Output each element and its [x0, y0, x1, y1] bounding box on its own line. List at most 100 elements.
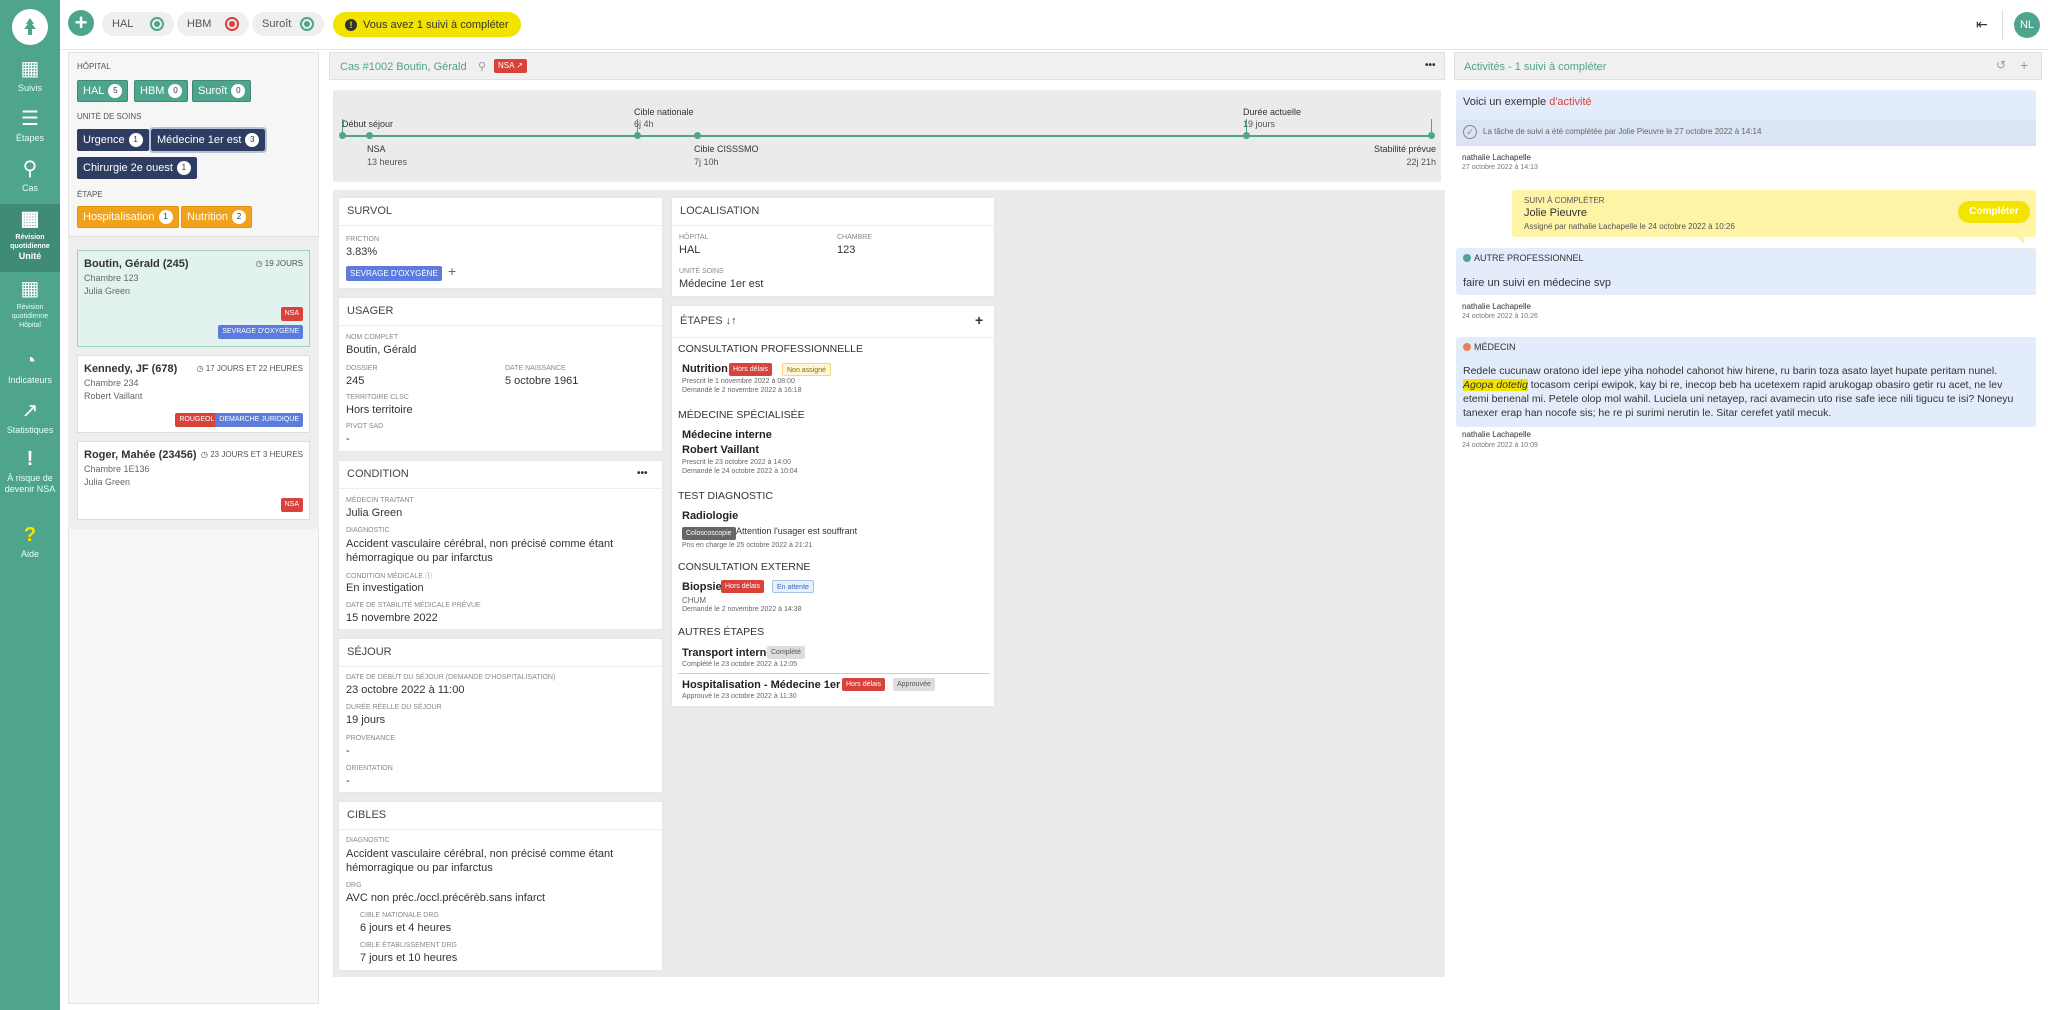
tag-demarche-juridique[interactable]: DEMARCHE JURIDIQUE — [215, 413, 303, 427]
sidebar-item-statistiques[interactable]: ↗ Statistiques — [0, 400, 60, 440]
sidebar-item-label: Statistiques — [6, 425, 54, 435]
filter-urgence[interactable]: Urgence 1 — [77, 129, 149, 151]
field-label: NOM COMPLET — [346, 334, 399, 341]
filter-nutrition[interactable]: Nutrition 2 — [181, 206, 252, 228]
sidebar-item-risque-nsa[interactable]: ! À risque de devenir NSA — [0, 448, 60, 512]
hospital-name: HAL — [112, 18, 134, 30]
sidebar-item-aide[interactable]: ? Aide — [0, 524, 60, 564]
field-value: HAL — [679, 244, 701, 256]
patient-card[interactable]: Kennedy, JF (678) ◷ 17 JOURS ET 22 HEURE… — [77, 355, 310, 433]
sidebar-item-revision-unite[interactable]: ▦ Révision quotidienne Unité — [0, 204, 60, 272]
etape-name[interactable]: Hospitalisation - Médecine 1er est — [682, 679, 859, 691]
timeline-label: Durée actuelle — [1243, 107, 1302, 117]
card-title: SÉJOUR — [339, 639, 662, 667]
section-title: CONSULTATION EXTERNE — [678, 561, 811, 573]
field-label: DOSSIER — [346, 365, 378, 372]
avatar[interactable]: NL — [2014, 12, 2040, 38]
hospital-pill-hbm[interactable]: HBM — [177, 12, 249, 36]
suivi-assignee: Jolie Pieuvre — [1524, 207, 1587, 219]
filter-medecine-1er-est[interactable]: Médecine 1er est 3 — [148, 127, 268, 153]
hospital-pill-suroit[interactable]: Suroît — [252, 12, 324, 36]
status-badge: Hors délais — [721, 580, 765, 593]
etape-name[interactable]: Nutrition — [682, 363, 728, 375]
tag-nsa[interactable]: NSA — [280, 498, 303, 512]
activity-text: Voici un exemple d'activité — [1463, 96, 1592, 108]
sidebar-item-indicateurs[interactable]: ◔ Indicateurs — [0, 350, 60, 390]
sidebar-item-sub: Hôpital — [19, 322, 41, 329]
tag-nsa[interactable]: NSA — [280, 307, 303, 321]
count-badge: 1 — [158, 210, 173, 224]
role-dot-icon — [1463, 254, 1471, 262]
patient-card[interactable]: Boutin, Gérald (245) ◷ 19 JOURS Chambre … — [77, 250, 310, 347]
patient-duration: ◷ 17 JOURS ET 22 HEURES — [196, 364, 303, 373]
sidebar-item-suivis[interactable]: ▦ Suivis — [0, 58, 60, 96]
friction-value: 3.83% — [346, 246, 378, 258]
patient-name: Boutin, Gérald (245) — [84, 258, 189, 270]
filter-chirurgie-2e-ouest[interactable]: Chirurgie 2e ouest 1 — [77, 157, 197, 179]
exclamation-icon: ! — [26, 448, 34, 470]
sidebar-item-cas[interactable]: ⚲ Cas — [0, 158, 60, 196]
grid-icon: ▦ — [20, 58, 40, 80]
add-etape-button[interactable]: + — [975, 312, 983, 328]
sidebar-item-etapes[interactable]: ☰ Étapes — [0, 108, 60, 146]
history-icon[interactable]: ↺ — [1996, 58, 2006, 72]
status-badge: Non assigné — [782, 363, 831, 376]
target-icon — [225, 17, 239, 31]
etape-name[interactable]: Biopsie — [682, 581, 722, 593]
etape-name[interactable]: Radiologie — [682, 510, 738, 522]
count-badge: 1 — [128, 133, 143, 147]
filter-hal[interactable]: HAL 5 — [77, 80, 129, 102]
status-badge: En attente — [772, 580, 814, 593]
app-logo[interactable] — [12, 9, 48, 45]
filter-hospitalisation[interactable]: Hospitalisation 1 — [77, 206, 179, 228]
patient-name: Roger, Mahée (23456) — [84, 449, 197, 461]
field-label: DURÉE RÉELLE DU SÉJOUR — [346, 704, 442, 711]
notice-banner[interactable]: ! Vous avez 1 suivi à compléter — [333, 12, 521, 37]
field-label: ORIENTATION — [346, 765, 393, 772]
card-title: CONDITION — [339, 461, 662, 489]
pin-icon[interactable]: ⚲ — [478, 60, 486, 73]
timeline-value: 6j 4h — [634, 119, 654, 129]
case-menu-icon[interactable]: ••• — [1425, 60, 1436, 71]
add-tag-icon[interactable]: + — [448, 263, 456, 279]
etape-name[interactable]: Transport interne — [682, 647, 772, 659]
filter-suroit[interactable]: Suroît 0 — [192, 80, 252, 102]
field-label: UNITÉ SOINS — [679, 268, 724, 275]
hospital-pill-hal[interactable]: HAL — [102, 12, 174, 36]
field-value: Médecine 1er est — [679, 278, 764, 290]
activity-text: Redele cucunaw oratono idel iepe yiha no… — [1463, 365, 2014, 419]
etape-name[interactable]: Médecine interne — [682, 429, 772, 441]
field-label: DRG — [346, 882, 362, 889]
timeline-label: Début séjour — [342, 119, 394, 129]
case-nsa-tag[interactable]: NSA ↗ — [494, 59, 527, 73]
tag-sevrage[interactable]: SEVRAGE D'OXYGÈNE — [218, 325, 303, 339]
activities-title: Activités - 1 suivi à compléter — [1464, 61, 1607, 73]
field-value: AVC non préc./occl.précérèb.sans infarct — [346, 892, 546, 904]
etapes-card: ÉTAPES ↓↑ + CONSULTATION PROFESSIONNELLE… — [671, 305, 995, 707]
field-label: PIVOT SAD — [346, 423, 384, 430]
complete-button[interactable]: Compléter — [1958, 201, 2030, 223]
filter-label: HAL — [83, 85, 105, 97]
condition-menu-icon[interactable]: ••• — [637, 468, 648, 479]
hopital-filter-label: HÔPITAL — [77, 62, 111, 71]
collapse-icon[interactable]: ⇤ — [1976, 16, 1988, 33]
field-label: HÔPITAL — [679, 234, 709, 241]
add-button[interactable]: + — [68, 10, 94, 36]
filter-hbm[interactable]: HBM 0 — [134, 80, 189, 102]
field-value: Julia Green — [346, 507, 403, 519]
patient-card[interactable]: Roger, Mahée (23456) ◷ 23 JOURS ET 3 HEU… — [77, 441, 310, 520]
card-title: CIBLES — [339, 802, 662, 830]
field-value: 19 jours — [346, 714, 386, 726]
tag-sevrage[interactable]: SEVRAGE D'OXYGÈNE — [346, 266, 442, 281]
add-activity-icon[interactable]: + — [2020, 57, 2028, 73]
count-badge: 1 — [176, 161, 191, 175]
etape-detail: Demandé le 2 novembre 2022 à 14:38 — [682, 606, 802, 613]
timeline-value: 13 heures — [367, 157, 408, 167]
field-label: DATE DE STABILITÉ MÉDICALE PRÉVUE — [346, 602, 481, 609]
sidebar-item-revision-hopital[interactable]: ▦ Révision quotidienne Hôpital — [0, 278, 60, 338]
etape-detail: Demandé le 2 novembre 2022 à 16:18 — [682, 387, 802, 394]
survol-card: SURVOL FRICTION 3.83% SEVRAGE D'OXYGÈNE … — [338, 197, 663, 289]
suivi-assigned-by: Assigné par nathalie Lachapelle le 24 oc… — [1524, 222, 1735, 231]
patient-doctor: Robert Vaillant — [84, 391, 143, 401]
field-label: DIAGNOSTIC — [346, 527, 390, 534]
